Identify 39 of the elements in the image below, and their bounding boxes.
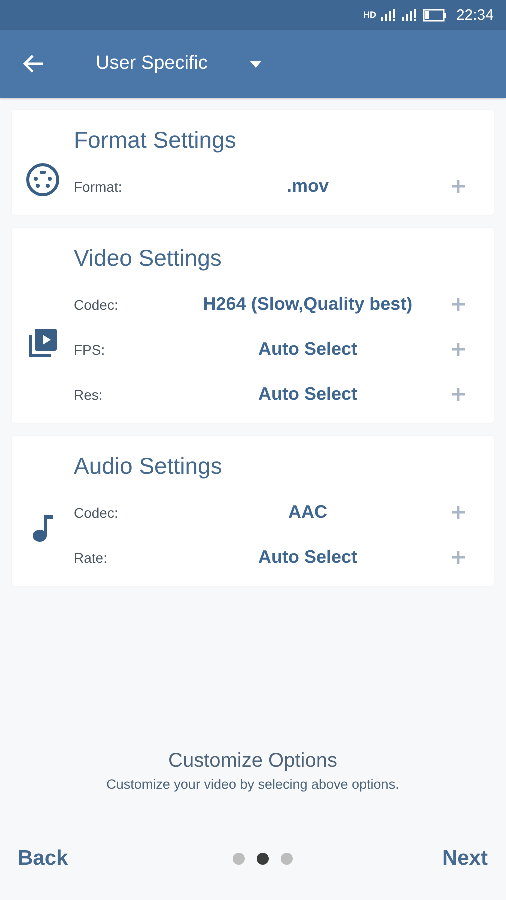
setting-label: Codec: (74, 296, 120, 312)
battery-icon (423, 8, 448, 22)
plus-icon[interactable] (452, 388, 465, 401)
plus-icon[interactable] (452, 180, 465, 193)
setting-value[interactable]: Auto Select (164, 339, 452, 360)
back-arrow-icon[interactable] (22, 54, 44, 74)
back-button[interactable]: Back (18, 847, 68, 871)
plus-icon[interactable] (452, 343, 465, 356)
plus-icon[interactable] (452, 298, 465, 311)
setting-label: Res: (74, 386, 104, 402)
setting-label: Rate: (74, 550, 108, 566)
section-title: Audio Settings (74, 452, 224, 481)
page-dot[interactable] (281, 853, 294, 865)
footer-title: Customize Options (168, 750, 338, 773)
setting-value[interactable]: Auto Select (164, 384, 452, 405)
setting-label: Codec: (74, 504, 120, 520)
connector-icon (26, 162, 60, 196)
page-dot[interactable] (257, 853, 270, 865)
setting-label: FPS: (74, 342, 106, 358)
next-button[interactable]: Next (442, 847, 488, 871)
section-title: Format Settings (74, 126, 238, 155)
network-label: HD (363, 10, 376, 20)
video-library-icon (27, 326, 59, 358)
page-dot[interactable] (233, 853, 246, 865)
setting-value[interactable]: AAC (164, 502, 452, 523)
dropdown-icon[interactable] (250, 60, 262, 68)
section-title: Video Settings (74, 244, 223, 273)
clock: 22:34 (456, 6, 494, 24)
profile-title: User Specific (96, 53, 208, 75)
music-note-icon (32, 513, 54, 543)
plus-icon[interactable] (452, 506, 465, 519)
signal-icon (381, 9, 398, 21)
setting-label: Format: (74, 178, 124, 194)
signal-icon (402, 9, 418, 21)
setting-value[interactable]: .mov (164, 176, 452, 197)
setting-value[interactable]: H264 (Slow,Quality best) (164, 294, 452, 315)
plus-icon[interactable] (452, 551, 465, 564)
setting-value[interactable]: Auto Select (164, 547, 452, 568)
footer-subtitle: Customize your video by selecing above options. (106, 777, 400, 792)
